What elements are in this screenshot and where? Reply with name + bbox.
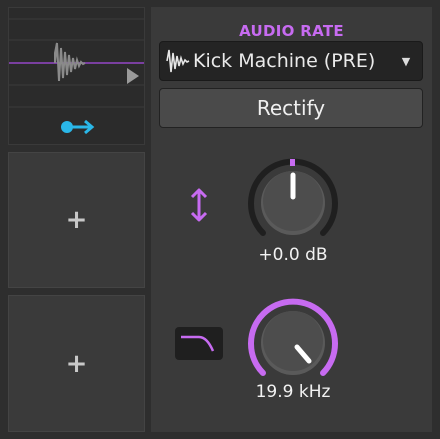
add-icon[interactable]: + [66, 351, 88, 377]
empty-slot-2[interactable]: + [8, 295, 145, 432]
vertical-arrows-icon[interactable] [182, 185, 216, 225]
modulator-preview-slot[interactable] [8, 7, 145, 145]
add-icon[interactable]: + [66, 207, 88, 233]
caret-down-icon[interactable]: ▼ [396, 55, 416, 68]
device-frame: + + AUDIO RATE Kick Machine (PRE) ▼ Rect… [0, 0, 440, 439]
low-pass-filter-icon[interactable] [175, 327, 223, 360]
empty-slot-1[interactable]: + [8, 152, 145, 288]
gain-value: +0.0 dB [258, 245, 328, 265]
waveform-icon [166, 49, 190, 73]
preset-selector[interactable]: Kick Machine (PRE) ▼ [159, 41, 423, 81]
device-panel: AUDIO RATE Kick Machine (PRE) ▼ Rectify [151, 7, 432, 432]
cutoff-knob[interactable] [245, 295, 341, 391]
gain-level-marker [290, 159, 295, 166]
cutoff-value: 19.9 kHz [255, 382, 331, 402]
gain-knob[interactable] [245, 155, 341, 251]
rectify-button[interactable]: Rectify [159, 88, 423, 128]
waveform-preview [9, 18, 144, 135]
preset-name: Kick Machine (PRE) [193, 50, 376, 72]
arrow-right-icon [61, 119, 95, 135]
device-title: AUDIO RATE [239, 22, 344, 40]
play-triangle-icon [127, 68, 139, 84]
